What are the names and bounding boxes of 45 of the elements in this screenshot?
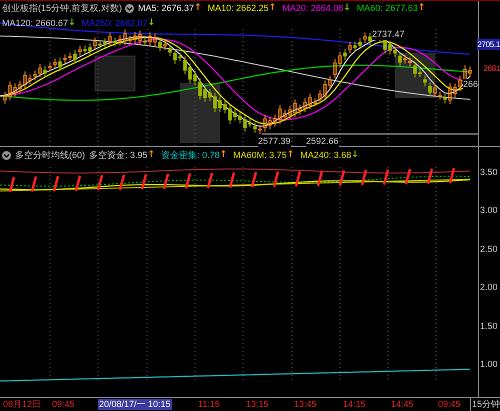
dropdown-icon[interactable] [2, 151, 11, 160]
trend-arrow: ↓ [351, 150, 359, 161]
price-annotation: 266 [463, 79, 478, 90]
price-annotation: 2592.66 [306, 136, 339, 147]
price-axis-label: 2681 [483, 63, 500, 74]
trend-arrow: ↑ [268, 3, 276, 14]
value-axis-label: 2.50 [480, 244, 498, 255]
time-axis-label: 08月12日 [2, 399, 42, 410]
indicator-value: MA60M: 3.75 [233, 150, 287, 161]
indicator-title: 多空分时均线(60) [15, 150, 86, 161]
trend-arrow: ↑ [286, 150, 294, 161]
indicator-value: 资金密集: 0.78 [161, 150, 220, 161]
price-annotation: 2737.47 [372, 29, 405, 40]
time-axis-label: 13:45 [293, 399, 318, 410]
trend-arrow: ↓ [148, 18, 156, 29]
price-axis-label: 2705.1 [477, 39, 500, 50]
trend-arrow: ↑ [418, 3, 426, 14]
indicator-value: MA250: 2682.07 [82, 18, 148, 29]
price-annotation: 2577.39 [258, 136, 291, 147]
period-label: 15分钟 [470, 398, 500, 411]
indicator-value: 多空资金: 3.95 [89, 150, 148, 161]
indicator-value: MA60: 2677.63 [356, 3, 418, 14]
value-axis-label: 3.50 [480, 167, 498, 178]
trend-arrow: ↑ [194, 3, 202, 14]
trend-arrow: ↑ [220, 150, 228, 161]
value-axis-label: 2.00 [480, 282, 498, 293]
time-axis-label: 09:45 [437, 399, 462, 410]
indicator-value: MA5: 2676.37 [138, 3, 194, 14]
value-axis-label: 1.00 [480, 359, 498, 370]
trend-arrow: ↑ [148, 150, 156, 161]
time-axis-label: 14:45 [390, 399, 415, 410]
chart-title: 创业板指(15分钟,前复权,对数) [2, 3, 122, 14]
indicator-value: MA240: 3.68 [300, 150, 352, 161]
trend-arrow: ↓ [68, 18, 76, 29]
trend-arrow: ↓ [343, 3, 351, 14]
time-axis-label: 20/08/17/一 10:15 [98, 399, 172, 410]
time-axis-label: 11:15 [197, 399, 221, 410]
value-axis-label: 1.50 [480, 321, 498, 332]
time-axis-label: 13:15 [245, 399, 270, 410]
indicator-value: MA10: 2662.25 [208, 3, 269, 14]
dropdown-icon[interactable] [125, 4, 134, 13]
time-axis-label: 14:15 [342, 399, 367, 410]
value-axis-label: 3.00 [480, 205, 498, 216]
indicator-value: MA20: 2664.08 [282, 3, 344, 14]
time-axis-label: 09:45 [51, 399, 76, 410]
